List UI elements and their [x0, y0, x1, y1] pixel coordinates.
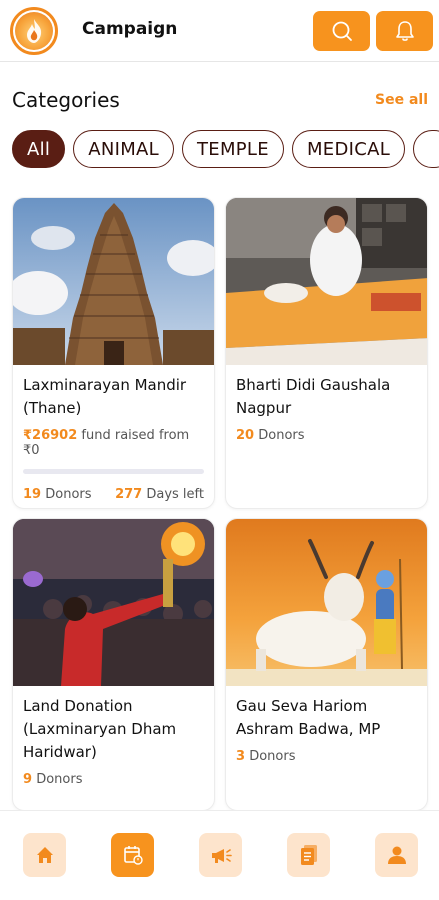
- days-left: 277 Days left: [115, 487, 204, 502]
- campaign-card[interactable]: Bharti Didi Gaushala Nagpur 20 Donors: [225, 197, 428, 509]
- campaign-title: Land Donation (Laxminaryan Dham Haridwar…: [23, 697, 177, 761]
- donor-count: 19 Donors: [23, 487, 92, 502]
- chip-all[interactable]: All: [12, 130, 66, 168]
- nav-documents[interactable]: [287, 833, 330, 877]
- donor-count: 20 Donors: [236, 428, 305, 443]
- categories-heading: Categories: [12, 88, 120, 112]
- campaign-title: Laxminarayan Mandir (Thane): [23, 376, 187, 417]
- home-icon: [36, 847, 53, 863]
- campaign-card[interactable]: Gau Seva Hariom Ashram Badwa, MP 3 Donor…: [225, 518, 428, 811]
- progress-bar: [23, 469, 204, 474]
- megaphone-icon: [211, 849, 232, 863]
- cow-krishna-image: [226, 519, 427, 686]
- campaign-calendar-icon: [123, 846, 143, 865]
- search-icon: [332, 21, 352, 41]
- document-icon: [300, 845, 317, 865]
- gaushala-image: [226, 198, 427, 365]
- chip-animal[interactable]: ANIMAL: [73, 130, 174, 168]
- aarti-image: [13, 519, 214, 686]
- category-chips: All ANIMAL TEMPLE MEDICAL: [12, 130, 439, 170]
- campaign-meta: 19 Donors 277 Days left: [13, 487, 214, 502]
- nav-campaign[interactable]: [111, 833, 154, 877]
- app-logo[interactable]: [10, 7, 58, 55]
- chip-more[interactable]: [413, 130, 439, 168]
- flame-logo-icon: [15, 12, 53, 50]
- bottom-nav: [0, 810, 439, 900]
- donor-count: 9 Donors: [23, 772, 83, 787]
- app-header: Campaign: [0, 0, 439, 62]
- nav-home[interactable]: [23, 833, 66, 877]
- see-all-link[interactable]: See all: [375, 92, 428, 108]
- campaign-card[interactable]: Land Donation (Laxminaryan Dham Haridwar…: [12, 518, 215, 811]
- nav-announcements[interactable]: [199, 833, 242, 877]
- search-button[interactable]: [313, 11, 370, 51]
- campaign-title: Bharti Didi Gaushala Nagpur: [236, 376, 391, 417]
- temple-image: [13, 198, 214, 365]
- raised-amount: ₹26902: [23, 428, 78, 443]
- page-title: Campaign: [82, 19, 178, 39]
- campaign-card[interactable]: Laxminarayan Mandir (Thane) ₹26902 fund …: [12, 197, 215, 509]
- fund-raised: ₹26902 fund raised from ₹0: [13, 428, 214, 458]
- chip-medical[interactable]: MEDICAL: [291, 130, 406, 168]
- notification-button[interactable]: [376, 11, 433, 51]
- bell-icon: [395, 21, 414, 41]
- donor-count: 3 Donors: [236, 749, 296, 764]
- chip-temple[interactable]: TEMPLE: [181, 130, 284, 168]
- campaign-title: Gau Seva Hariom Ashram Badwa, MP: [236, 697, 381, 738]
- profile-icon: [387, 846, 406, 864]
- nav-profile[interactable]: [375, 833, 418, 877]
